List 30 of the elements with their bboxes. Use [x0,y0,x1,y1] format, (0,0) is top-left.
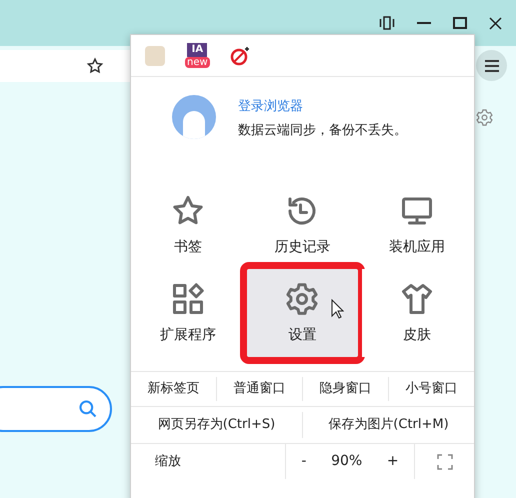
sync-description: 数据云端同步，备份不丢失。 [238,122,407,140]
login-link[interactable]: 登录浏览器 [238,97,407,116]
zoom-out-button[interactable]: - [295,451,312,472]
zoom-value: 90% [331,452,362,471]
window-action[interactable]: 普通窗口 [216,377,302,401]
zoom-label: 缩放 [154,452,182,471]
search-field[interactable] [0,386,112,432]
window-action[interactable]: 新标签页 [131,377,216,401]
star-icon[interactable] [86,57,104,75]
menu-icon [484,60,498,72]
blocker-icon[interactable] [230,46,250,66]
maximize-icon[interactable] [453,17,467,29]
cursor-icon [331,299,344,319]
settings-icon [284,280,320,316]
zoom-in-button[interactable]: + [380,451,405,472]
menu-tile[interactable]: 设置 [247,269,358,357]
fullscreen-icon[interactable] [436,454,452,470]
new-badge: new [185,57,210,68]
settings-icon[interactable] [475,108,494,127]
window-action[interactable]: 小号窗口 [388,377,474,401]
close-icon[interactable] [489,16,502,30]
extension-icon[interactable]: IA [187,43,208,57]
avatar-icon[interactable] [172,95,216,139]
save-action[interactable]: 网页另存为(Ctrl+S) [131,412,302,438]
save-action[interactable]: 保存为图片(Ctrl+M) [302,412,474,438]
menu-button[interactable] [476,50,507,81]
apps-icon [170,280,206,316]
search-icon [78,399,98,419]
tile-icon[interactable] [379,16,395,30]
window-action[interactable]: 隐身窗口 [302,377,388,401]
